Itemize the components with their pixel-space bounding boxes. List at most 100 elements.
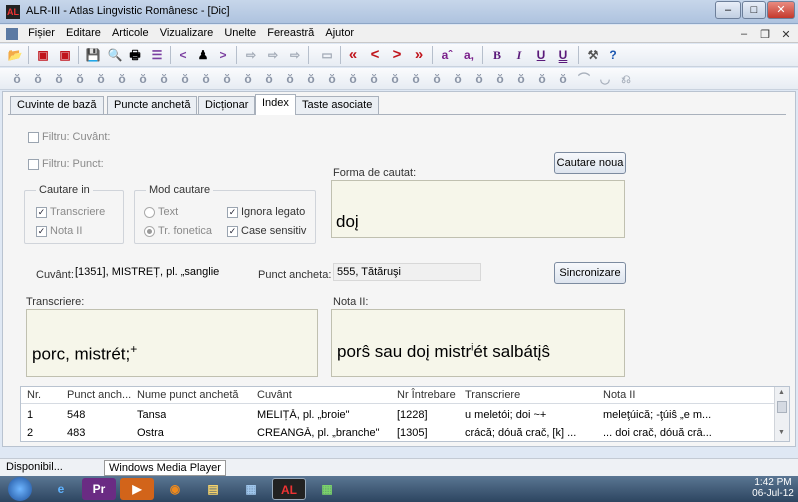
transcriere-checkbox[interactable]: ✓: [36, 207, 47, 218]
media-player-task-icon[interactable]: ▶: [120, 478, 154, 500]
table-cell[interactable]: u meletói; doi ~+: [465, 409, 599, 421]
tab-cuvinte-de-baza[interactable]: Cuvinte de bază: [10, 96, 104, 114]
nota-checkbox[interactable]: ✓: [36, 226, 47, 237]
tab-index[interactable]: Index: [255, 94, 296, 115]
phonetic-char-button[interactable]: ◡: [596, 70, 614, 88]
mdi-restore-button[interactable]: ❐: [756, 28, 774, 42]
table-cell[interactable]: 2: [27, 427, 33, 439]
table-cell[interactable]: [1228]: [397, 409, 428, 421]
last-record-icon[interactable]: »: [410, 46, 428, 64]
phonetic-char-button[interactable]: ⎌: [617, 70, 635, 88]
next-icon[interactable]: >: [214, 46, 232, 64]
arrow-c-icon[interactable]: ⇨: [286, 46, 304, 64]
phonetic-char-button[interactable]: ŏ: [113, 70, 131, 88]
bold-icon[interactable]: B: [488, 46, 506, 64]
col-nr[interactable]: Nr.: [27, 389, 41, 401]
col-transcriere[interactable]: Transcriere: [465, 389, 520, 401]
phonetic-char-button[interactable]: ŏ: [428, 70, 446, 88]
arrow-b-icon[interactable]: ⇨: [264, 46, 282, 64]
close-button[interactable]: ✕: [767, 1, 795, 19]
new-record-icon[interactable]: ▣: [34, 46, 52, 64]
filtru-punct-checkbox[interactable]: [28, 159, 39, 170]
find-icon[interactable]: ♟: [194, 46, 212, 64]
explorer-task-icon[interactable]: ▤: [196, 478, 230, 500]
italic-icon[interactable]: I: [510, 46, 528, 64]
prev-icon[interactable]: <: [174, 46, 192, 64]
table-cell[interactable]: Ostra: [137, 427, 164, 439]
phonetic-char-button[interactable]: ŏ: [533, 70, 551, 88]
mdi-child-icon[interactable]: [6, 28, 18, 40]
phonetic-char-button[interactable]: ŏ: [512, 70, 530, 88]
phonetic-char-button[interactable]: ŏ: [134, 70, 152, 88]
phonetic-char-button[interactable]: ŏ: [71, 70, 89, 88]
next-record-icon[interactable]: >: [388, 46, 406, 64]
phonetic-char-button[interactable]: ŏ: [470, 70, 488, 88]
phonetic-char-button[interactable]: ŏ: [155, 70, 173, 88]
tools-icon[interactable]: ⚒: [584, 46, 602, 64]
menu-editare[interactable]: Editare: [62, 25, 105, 41]
tr-fonetica-radio[interactable]: [144, 226, 155, 237]
arrow-a-icon[interactable]: ⇨: [242, 46, 260, 64]
table-cell[interactable]: crácă; dóuă crač, [k] ...: [465, 427, 599, 439]
spreadsheet-task-icon[interactable]: ▦: [310, 478, 344, 500]
table-cell[interactable]: Tansa: [137, 409, 166, 421]
tab-puncte-ancheta[interactable]: Puncte anchetă: [107, 96, 198, 114]
phonetic-char-button[interactable]: ŏ: [554, 70, 572, 88]
menu-fereastra[interactable]: Fereastră: [263, 25, 318, 41]
table-scrollbar[interactable]: ▲ ▼: [774, 387, 789, 441]
phonetic-char-button[interactable]: ŏ: [365, 70, 383, 88]
table-cell[interactable]: meleţúică; -ţúiŝ „e m...: [603, 409, 771, 421]
sincronizare-button[interactable]: Sincronizare: [554, 262, 626, 284]
menu-ajutor[interactable]: Ajutor: [321, 25, 358, 41]
phonetic-char-button[interactable]: ŏ: [407, 70, 425, 88]
mdi-minimize-button[interactable]: –: [735, 28, 753, 42]
print-preview-icon[interactable]: 🔍: [106, 46, 124, 64]
phonetic-char-button[interactable]: ŏ: [386, 70, 404, 88]
save-icon[interactable]: 💾: [84, 46, 102, 64]
col-nume-punct[interactable]: Nume punct anchetă: [137, 389, 239, 401]
scroll-down-icon[interactable]: ▼: [778, 429, 785, 436]
menu-articole[interactable]: Articole: [108, 25, 153, 41]
phonetic-char-button[interactable]: ŏ: [197, 70, 215, 88]
col-punct[interactable]: Punct anch...: [67, 389, 131, 401]
table-cell[interactable]: 483: [67, 427, 85, 439]
double-underline-icon[interactable]: U: [554, 46, 572, 64]
phonetic-char-button[interactable]: ŏ: [218, 70, 236, 88]
table-cell[interactable]: [1305]: [397, 427, 428, 439]
clock[interactable]: 1:42 PM 06-Jul-12: [750, 477, 796, 499]
phonetic-char-button[interactable]: ⌒: [575, 70, 593, 88]
table-cell[interactable]: ... doi crač, dóuă crā...: [603, 427, 771, 439]
col-nota[interactable]: Nota II: [603, 389, 635, 401]
tab-taste-asociate[interactable]: Taste asociate: [295, 96, 380, 114]
menu-vizualizare[interactable]: Vizualizare: [156, 25, 218, 41]
menu-fisier[interactable]: Fișier: [24, 25, 59, 41]
phonetic-char-button[interactable]: ŏ: [491, 70, 509, 88]
table-cell[interactable]: 1: [27, 409, 33, 421]
mdi-close-button[interactable]: ✕: [777, 28, 795, 42]
table-cell[interactable]: MELIȚĂ, pl. „broie": [257, 409, 395, 421]
alr-task-icon[interactable]: AL: [272, 478, 306, 500]
window-task-icon[interactable]: ▦: [234, 478, 268, 500]
maximize-button[interactable]: □: [742, 1, 766, 19]
table-cell[interactable]: 548: [67, 409, 85, 421]
scroll-up-icon[interactable]: ▲: [778, 389, 785, 396]
phonetic-char-button[interactable]: ŏ: [344, 70, 362, 88]
scroll-thumb[interactable]: [777, 401, 787, 413]
help-icon[interactable]: ?: [604, 46, 622, 64]
prev-record-icon[interactable]: <: [366, 46, 384, 64]
phonetic-char-button[interactable]: ŏ: [176, 70, 194, 88]
ie-task-icon[interactable]: e: [44, 478, 78, 500]
phonetic-char-button[interactable]: ŏ: [281, 70, 299, 88]
phonetic-char-button[interactable]: ŏ: [302, 70, 320, 88]
tab-dictionar[interactable]: Dicționar: [198, 96, 256, 114]
rectangle-icon[interactable]: ▭: [318, 46, 336, 64]
phonetic-char-button[interactable]: ŏ: [29, 70, 47, 88]
menu-unelte[interactable]: Unelte: [220, 25, 260, 41]
cautare-noua-button[interactable]: Cautare noua: [554, 152, 626, 174]
phonetic-char-button[interactable]: ŏ: [50, 70, 68, 88]
phonetic-char-button[interactable]: ŏ: [239, 70, 257, 88]
underline-icon[interactable]: U: [532, 46, 550, 64]
open-icon[interactable]: 📂: [6, 46, 24, 64]
start-button[interactable]: [8, 477, 32, 501]
firefox-task-icon[interactable]: ◉: [158, 478, 192, 500]
